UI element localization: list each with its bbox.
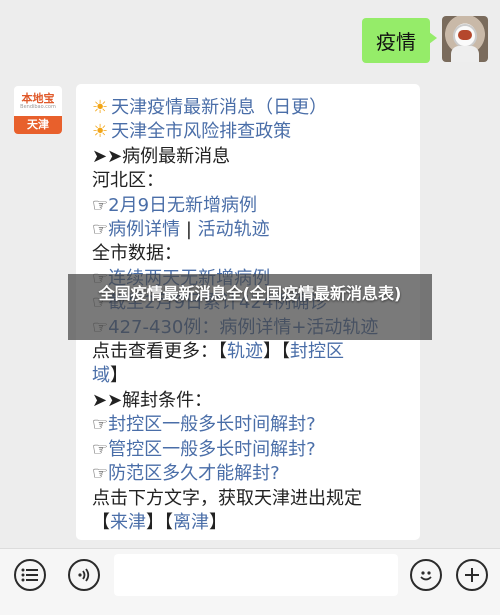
message-link[interactable]: 天津疫情最新消息（日更）	[111, 97, 327, 118]
bot-message-line: ☞封控区一般多长时间解封?	[92, 413, 406, 437]
message-text: 】	[209, 511, 227, 533]
sun-icon: ☀	[92, 97, 109, 118]
message-text: 】【	[263, 341, 290, 363]
bot-avatar[interactable]: 本地宝 Bendibao.com 天津	[14, 86, 62, 134]
bot-message-line: ☀ 天津全市风险排查政策	[92, 120, 406, 144]
message-link[interactable]: 活动轨迹	[198, 219, 270, 240]
user-message-row: 疫情	[362, 16, 488, 63]
message-link[interactable]: 离津	[173, 512, 209, 533]
user-avatar[interactable]	[442, 16, 488, 62]
voice-icon[interactable]	[68, 559, 100, 591]
message-text: ➤➤解封条件：	[92, 389, 213, 411]
bot-message-line: ☀ 天津疫情最新消息（日更）	[92, 96, 406, 120]
emoji-icon[interactable]	[410, 559, 442, 591]
message-text: 全市数据：	[92, 243, 182, 265]
sun-icon: ☀	[92, 121, 109, 143]
bot-message-line: 河北区：	[92, 169, 406, 193]
plus-icon[interactable]	[456, 559, 488, 591]
message-link[interactable]: 病例详情	[108, 219, 180, 240]
bot-message-line: ☞2月9日无新增病例	[92, 194, 406, 218]
message-text: ☞	[92, 414, 109, 436]
bot-message-line: ☞防范区多久才能解封?	[92, 462, 406, 486]
message-text: ☞	[92, 438, 109, 460]
message-link[interactable]: 封控区一般多长时间解封?	[108, 414, 316, 435]
message-input[interactable]	[114, 554, 398, 596]
message-text: 【	[92, 511, 110, 533]
message-link[interactable]: 封控区	[290, 341, 344, 362]
message-text: ☞	[92, 219, 109, 241]
astronaut-body-icon	[451, 46, 479, 62]
bot-message-line: ➤➤病例最新消息	[92, 145, 406, 169]
message-link[interactable]: 管控区一般多长时间解封?	[108, 439, 316, 460]
message-text: 】【	[146, 511, 173, 533]
message-text: 点击下方文字，获取天津进出规定	[92, 487, 362, 509]
message-text: 河北区：	[92, 170, 164, 192]
message-text: 】	[110, 365, 128, 387]
bot-message-line: ☞病例详情 | 活动轨迹	[92, 218, 406, 242]
bot-message-line: 【来津】【离津】	[92, 511, 406, 535]
message-text: 点击查看更多：【	[92, 341, 227, 363]
bot-message-line: ➤➤解封条件：	[92, 389, 406, 413]
watermark-banner: 全国疫情最新消息全(全国疫情最新消息表)	[68, 274, 432, 340]
message-link[interactable]: 2月9日无新增病例	[108, 195, 257, 216]
bot-message-line: ☞管控区一般多长时间解封?	[92, 438, 406, 462]
message-text: ➤➤病例最新消息	[92, 145, 231, 167]
message-link[interactable]: 防范区多久才能解封?	[108, 463, 280, 484]
message-link[interactable]: 域	[92, 365, 110, 386]
bot-message-line: 点击下方文字，获取天津进出规定	[92, 487, 406, 511]
message-link[interactable]: 天津全市风险排查政策	[111, 121, 291, 142]
message-text: ☞	[92, 463, 109, 485]
message-text: |	[180, 219, 198, 241]
bot-message-line: 全市数据：	[92, 242, 406, 266]
message-link[interactable]: 来津	[110, 512, 146, 533]
bot-message-line: 点击查看更多：【轨迹】【封控区	[92, 340, 406, 364]
bot-city-label: 天津	[14, 116, 62, 134]
menu-list-icon[interactable]	[14, 559, 46, 591]
astronaut-visor-icon	[458, 30, 472, 40]
message-text: ☞	[92, 194, 109, 216]
chat-input-bar	[0, 548, 500, 615]
bot-message-line: 域】	[92, 364, 406, 388]
bot-brand-sub: Bendibao.com	[20, 104, 56, 110]
user-message-bubble: 疫情	[362, 18, 437, 63]
message-link[interactable]: 轨迹	[227, 341, 263, 362]
